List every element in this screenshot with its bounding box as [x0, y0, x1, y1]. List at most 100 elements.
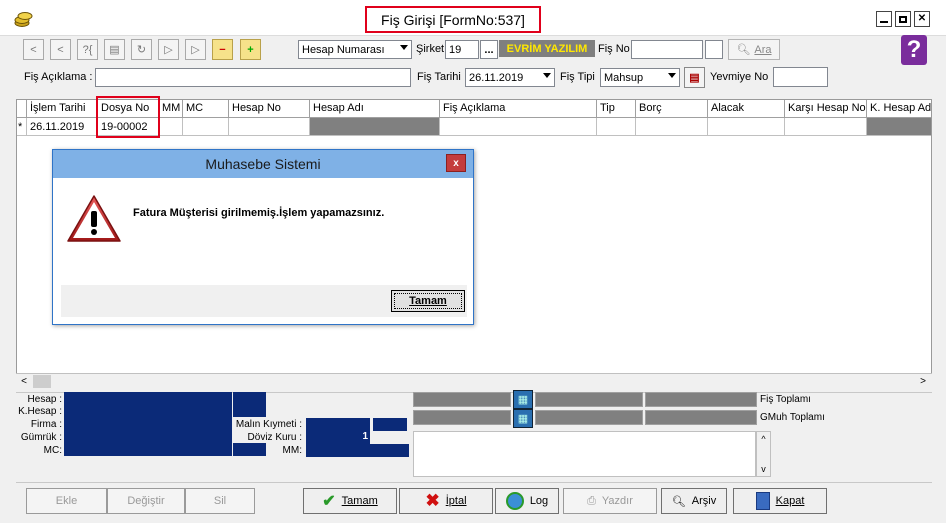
note-textarea[interactable]	[413, 431, 756, 477]
scroll-down-icon[interactable]: v	[757, 462, 770, 476]
iptal-button[interactable]: ✖ İptal	[399, 488, 493, 514]
table-cell[interactable]	[440, 118, 597, 136]
arsiv-button[interactable]: 🔍︎ Arşiv	[661, 488, 727, 514]
search-label: Ara	[754, 43, 772, 56]
table-cell[interactable]	[597, 118, 636, 136]
search-button[interactable]: 🔍︎ Ara	[728, 39, 780, 60]
query-icon[interactable]: ?{	[77, 39, 98, 60]
sil-button[interactable]: Sil	[185, 488, 255, 514]
next-record-icon[interactable]: ▷	[158, 39, 179, 60]
table-cell	[867, 118, 931, 136]
table-cell	[310, 118, 440, 136]
company-name: EVRİM YAZILIM	[499, 40, 595, 57]
first-record-icon[interactable]: <	[23, 39, 44, 60]
gmuh-toplami-label: GMuh Toplamı	[760, 412, 825, 423]
mm-label: MM:	[282, 445, 302, 456]
horizontal-scrollbar[interactable]: < >	[16, 373, 932, 389]
column-header[interactable]: Alacak	[708, 100, 785, 118]
scroll-right-icon[interactable]: >	[915, 374, 931, 389]
fis-aciklama-input[interactable]	[95, 68, 411, 87]
fis-tarihi-select[interactable]: 26.11.2019	[465, 68, 555, 87]
scroll-left-icon[interactable]: <	[16, 374, 32, 389]
scroll-up-icon[interactable]: ^	[757, 432, 770, 446]
fis-no-extra-input[interactable]	[705, 40, 723, 59]
warning-icon	[65, 193, 123, 245]
doviz-kuru-label: Döviz Kuru :	[247, 432, 302, 443]
column-header[interactable]: Hesap Adı	[310, 100, 440, 118]
degistir-button[interactable]: Değiştir	[107, 488, 185, 514]
gmuh-toplami-alacak	[535, 410, 643, 425]
add-row-icon[interactable]: +	[240, 39, 261, 60]
fis-tarihi-label: Fiş Tarihi	[417, 71, 461, 83]
document-icon[interactable]: ▤	[684, 67, 705, 88]
fis-toplami-borc	[413, 392, 511, 407]
table-cell[interactable]	[636, 118, 708, 136]
column-header[interactable]: MC	[183, 100, 229, 118]
maximize-button[interactable]	[895, 11, 911, 27]
table-cell[interactable]	[785, 118, 867, 136]
window-title: Fiş Girişi [FormNo:537]	[365, 6, 541, 33]
table-cell[interactable]: 26.11.2019	[27, 118, 98, 136]
divider	[16, 482, 932, 483]
refresh-icon[interactable]: ↻	[131, 39, 152, 60]
ekle-button[interactable]: Ekle	[26, 488, 107, 514]
company-label: Şirket	[416, 43, 445, 55]
column-header[interactable]: Fiş Açıklama	[440, 100, 597, 118]
gumruk-label: Gümrük :	[20, 432, 62, 443]
tamam-label: Tamam	[341, 495, 378, 507]
table-cell[interactable]	[229, 118, 310, 136]
fis-tipi-select[interactable]: Mahsup	[600, 68, 680, 87]
column-header[interactable]: Tip	[597, 100, 636, 118]
column-header[interactable]: Karşı Hesap No	[785, 100, 867, 118]
log-label: Log	[529, 495, 549, 507]
dialog-message-area: Fatura Müşterisi girilmemiş.İşlem yapama…	[61, 179, 467, 285]
kapat-button[interactable]: Kapat	[733, 488, 827, 514]
column-header[interactable]: İşlem Tarihi	[27, 100, 98, 118]
delete-row-icon[interactable]: −	[212, 39, 233, 60]
close-button[interactable]: ✕	[914, 11, 930, 27]
printer-icon: ⎙	[587, 494, 596, 507]
fis-tarihi-value: 26.11.2019	[469, 71, 524, 84]
firma-label: Firma :	[30, 419, 62, 430]
scroll-thumb[interactable]	[33, 375, 51, 388]
last-record-icon[interactable]: ▷	[185, 39, 206, 60]
dialog-close-button[interactable]: x	[446, 154, 466, 172]
tamam-button[interactable]: ✔ Tamam	[303, 488, 397, 514]
yazdir-button[interactable]: ⎙ Yazdır	[563, 488, 657, 514]
account-type-select[interactable]: Hesap Numarası	[298, 40, 412, 59]
import-icon[interactable]: ▤	[104, 39, 125, 60]
table-cell[interactable]	[159, 118, 183, 136]
yazdir-label: Yazdır	[601, 495, 633, 507]
previous-record-icon[interactable]: <	[50, 39, 71, 60]
fis-aciklama-label: Fiş Açıklama :	[24, 71, 93, 83]
dialog-ok-label: Tamam	[409, 295, 447, 307]
column-header[interactable]: Borç	[636, 100, 708, 118]
table-cell[interactable]	[708, 118, 785, 136]
table-cell[interactable]	[183, 118, 229, 136]
column-header[interactable]: Hesap No	[229, 100, 310, 118]
log-button[interactable]: Log	[495, 488, 559, 514]
vertical-scrollbar[interactable]: ^ v	[756, 431, 771, 477]
chevron-down-icon	[543, 73, 551, 78]
fis-tipi-label: Fiş Tipi	[560, 71, 595, 83]
company-code-input[interactable]: 19	[445, 40, 479, 59]
globe-icon	[505, 492, 524, 510]
dialog-ok-button[interactable]: Tamam	[391, 290, 465, 312]
calculator-icon[interactable]: ▦	[513, 390, 533, 409]
column-header[interactable]: K. Hesap Adı	[867, 100, 931, 118]
mc-label: MC:	[43, 445, 62, 456]
sil-label: Sil	[213, 495, 227, 507]
help-icon[interactable]: ?	[901, 35, 927, 65]
checkmark-icon: ✔	[322, 493, 336, 510]
fis-no-label: Fiş No	[598, 43, 630, 55]
column-header[interactable]: MM	[159, 100, 183, 118]
fis-toplami-alacak	[535, 392, 643, 407]
company-browse-button[interactable]: ...	[480, 40, 498, 59]
dialog-message: Fatura Müşterisi girilmemiş.İşlem yapama…	[133, 207, 385, 219]
malin-kiymeti-label: Malın Kıymeti :	[235, 419, 302, 430]
yevmiye-no-input[interactable]	[773, 67, 828, 87]
minimize-button[interactable]	[876, 11, 892, 27]
calculator-icon[interactable]: ▦	[513, 409, 533, 428]
archive-search-icon: 🔍︎	[671, 495, 686, 508]
fis-no-input[interactable]	[631, 40, 703, 59]
